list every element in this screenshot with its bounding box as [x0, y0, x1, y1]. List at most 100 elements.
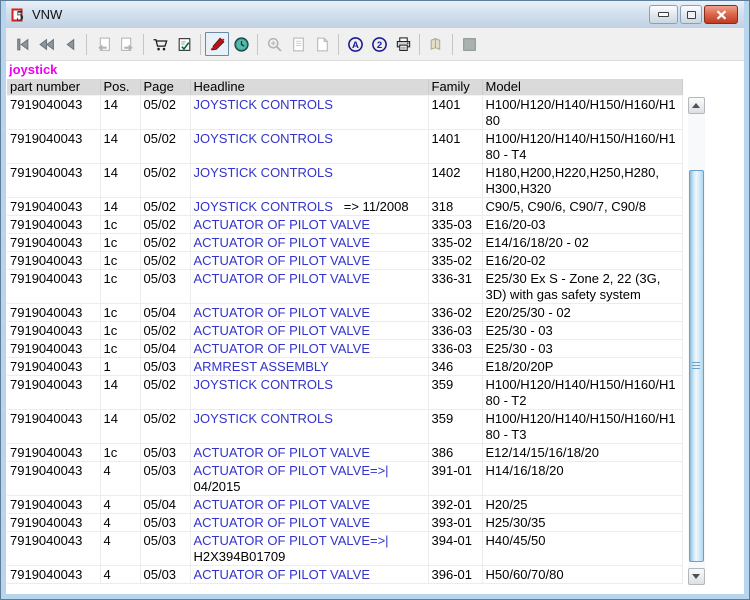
toolbar-separator: [257, 33, 258, 55]
scroll-down-button[interactable]: [687, 568, 705, 585]
table-row[interactable]: 7919040043 14 05/02 JOYSTICK CONTROLS 35…: [7, 409, 683, 444]
table-row[interactable]: 7919040043 14 05/02 JOYSTICK CONTROLS 35…: [7, 375, 683, 410]
table-row[interactable]: 7919040043 1c 05/02 ACTUATOR OF PILOT VA…: [7, 233, 683, 252]
headline-link[interactable]: ACTUATOR OF PILOT VALVE: [194, 217, 371, 232]
table-row[interactable]: 7919040043 1c 05/03 ACTUATOR OF PILOT VA…: [7, 443, 683, 462]
headline-link[interactable]: ACTUATOR OF PILOT VALVE: [194, 567, 371, 582]
table-row[interactable]: 7919040043 1c 05/04 ACTUATOR OF PILOT VA…: [7, 303, 683, 322]
headline-link[interactable]: ACTUATOR OF PILOT VALVE=>|: [194, 463, 389, 478]
minimize-button[interactable]: [649, 5, 678, 24]
cell-headline: ACTUATOR OF PILOT VALVE: [190, 495, 429, 514]
headline-note: => 11/2008: [332, 198, 409, 214]
first-record-button[interactable]: [10, 32, 34, 56]
maximize-button[interactable]: [680, 5, 702, 24]
headline-link[interactable]: ACTUATOR OF PILOT VALVE: [194, 341, 371, 356]
sort-numeric-button[interactable]: 2: [367, 32, 391, 56]
cell-model: E18/20/20P: [482, 357, 683, 376]
table-row[interactable]: 7919040043 1c 05/04 ACTUATOR OF PILOT VA…: [7, 339, 683, 358]
table-row[interactable]: 7919040043 1c 05/03 ACTUATOR OF PILOT VA…: [7, 269, 683, 304]
headline-link[interactable]: ACTUATOR OF PILOT VALVE: [194, 515, 371, 530]
headline-link[interactable]: ACTUATOR OF PILOT VALVE: [194, 271, 371, 286]
headline-link[interactable]: ACTUATOR OF PILOT VALVE: [194, 497, 371, 512]
document-folded-icon: [314, 36, 331, 53]
headline-link[interactable]: JOYSTICK CONTROLS: [194, 131, 333, 146]
headline-link[interactable]: JOYSTICK CONTROLS: [194, 165, 333, 180]
headline-link[interactable]: JOYSTICK CONTROLS: [194, 377, 333, 392]
cell-model: E25/30 - 03: [482, 321, 683, 340]
headline-link[interactable]: ARMREST ASSEMBLY: [194, 359, 329, 374]
table-row[interactable]: 7919040043 14 05/02 JOYSTICK CONTROLS =>…: [7, 197, 683, 216]
cell-headline: ACTUATOR OF PILOT VALVE: [190, 339, 429, 358]
zoom-button[interactable]: [262, 32, 286, 56]
table-row[interactable]: 7919040043 1c 05/02 ACTUATOR OF PILOT VA…: [7, 251, 683, 270]
table-row[interactable]: 7919040043 4 05/03 ACTUATOR OF PILOT VAL…: [7, 513, 683, 532]
headline-link[interactable]: JOYSTICK CONTROLS: [194, 97, 333, 112]
column-header-headline[interactable]: Headline: [190, 79, 429, 96]
arrow-up-icon: [692, 103, 700, 108]
table-row[interactable]: 7919040043 14 05/02 JOYSTICK CONTROLS 14…: [7, 129, 683, 164]
app-icon[interactable]: 5: [11, 7, 27, 24]
page-preview-button[interactable]: [310, 32, 334, 56]
headline-link[interactable]: ACTUATOR OF PILOT VALVE: [194, 305, 371, 320]
column-header-model[interactable]: Model: [482, 79, 683, 96]
table-row[interactable]: 7919040043 1c 05/02 ACTUATOR OF PILOT VA…: [7, 215, 683, 234]
cell-family: 336-31: [428, 269, 483, 304]
close-button[interactable]: [704, 5, 738, 24]
headline-link[interactable]: ACTUATOR OF PILOT VALVE: [194, 253, 371, 268]
title-bar[interactable]: 5 VNW: [6, 1, 744, 28]
table-row[interactable]: 7919040043 4 05/03 ACTUATOR OF PILOT VAL…: [7, 461, 683, 496]
search-term-label: joystick: [9, 62, 58, 77]
scroll-up-button[interactable]: [687, 97, 705, 114]
page-view-button[interactable]: [286, 32, 310, 56]
table-row[interactable]: 7919040043 1 05/03 ARMREST ASSEMBLY 346 …: [7, 357, 683, 376]
page-forward-button[interactable]: [115, 32, 139, 56]
table-row[interactable]: 7919040043 14 05/02 JOYSTICK CONTROLS 14…: [7, 163, 683, 198]
header-row: part number Pos. Page Headline Family Mo…: [7, 79, 683, 96]
table-row[interactable]: 7919040043 4 05/03 ACTUATOR OF PILOT VAL…: [7, 565, 683, 584]
table-row[interactable]: 7919040043 4 05/04 ACTUATOR OF PILOT VAL…: [7, 495, 683, 514]
headline-link[interactable]: ACTUATOR OF PILOT VALVE: [194, 235, 371, 250]
cell-headline: ACTUATOR OF PILOT VALVE=>| H2X394B01709: [190, 531, 429, 566]
fast-back-button[interactable]: [34, 32, 58, 56]
sort-alpha-button[interactable]: A: [343, 32, 367, 56]
history-button[interactable]: [229, 32, 253, 56]
vertical-scrollbar[interactable]: [687, 97, 705, 585]
checklist-button[interactable]: [172, 32, 196, 56]
notes-button[interactable]: [424, 32, 448, 56]
table-row[interactable]: 7919040043 14 05/02 JOYSTICK CONTROLS 14…: [7, 95, 683, 130]
stop-button[interactable]: [457, 32, 481, 56]
headline-link[interactable]: ACTUATOR OF PILOT VALVE: [194, 445, 371, 460]
headline-link[interactable]: ACTUATOR OF PILOT VALVE=>|: [194, 533, 389, 548]
cell-page: 05/03: [140, 269, 191, 304]
cell-page: 05/04: [140, 339, 191, 358]
cell-family: 336-02: [428, 303, 483, 322]
page-back-button[interactable]: [91, 32, 115, 56]
cell-model: E25/30 - 03: [482, 339, 683, 358]
previous-button[interactable]: [58, 32, 82, 56]
cell-headline: JOYSTICK CONTROLS: [190, 95, 429, 130]
column-header-family[interactable]: Family: [428, 79, 483, 96]
table-row[interactable]: 7919040043 4 05/03 ACTUATOR OF PILOT VAL…: [7, 531, 683, 566]
headline-link[interactable]: ACTUATOR OF PILOT VALVE: [194, 323, 371, 338]
cell-part-number: 7919040043: [7, 269, 101, 304]
cell-page: 05/02: [140, 375, 191, 410]
cell-pos: 1c: [100, 339, 141, 358]
cell-family: 386: [428, 443, 483, 462]
print-button[interactable]: [391, 32, 415, 56]
column-header-part-number[interactable]: part number: [7, 79, 101, 96]
circled-a-icon: A: [347, 36, 364, 53]
column-header-page[interactable]: Page: [140, 79, 191, 96]
cell-family: 318: [428, 197, 483, 216]
scrollbar-thumb[interactable]: [688, 170, 704, 562]
table-row[interactable]: 7919040043 1c 05/02 ACTUATOR OF PILOT VA…: [7, 321, 683, 340]
headline-link[interactable]: JOYSTICK CONTROLS: [194, 411, 333, 426]
no-edit-toggle[interactable]: [205, 32, 229, 56]
column-header-pos[interactable]: Pos.: [100, 79, 141, 96]
cell-page: 05/03: [140, 531, 191, 566]
toolbar-separator: [338, 33, 339, 55]
cart-button[interactable]: [148, 32, 172, 56]
cell-headline: ACTUATOR OF PILOT VALVE: [190, 233, 429, 252]
headline-link[interactable]: JOYSTICK CONTROLS: [194, 199, 333, 214]
cell-family: 1402: [428, 163, 483, 198]
cell-model: H40/45/50: [482, 531, 683, 566]
